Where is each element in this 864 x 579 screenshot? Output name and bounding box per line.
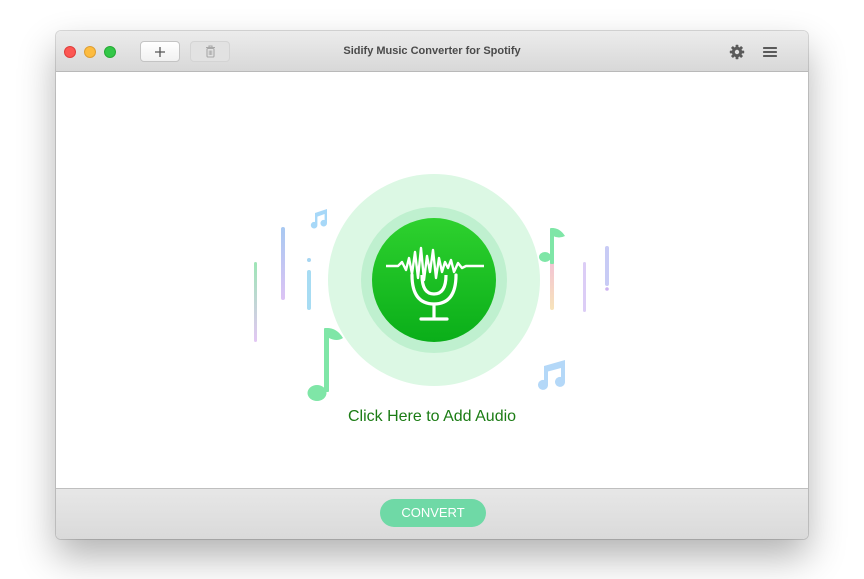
music-note-icon-right	[539, 228, 565, 264]
microphone-soundwave-icon	[372, 218, 496, 342]
add-audio-illustration	[254, 174, 609, 401]
window-title: Sidify Music Converter for Spotify	[343, 45, 521, 57]
add-audio-area[interactable]: Click Here to Add Audio	[56, 72, 808, 489]
footer-bar: CONVERT	[56, 488, 808, 539]
sound-bar	[254, 262, 257, 342]
sound-dot	[605, 287, 609, 291]
gear-icon[interactable]	[729, 44, 745, 60]
sound-dot	[307, 258, 311, 262]
main-content: Click Here to Add Audio	[56, 72, 808, 489]
sound-bar	[583, 262, 586, 312]
sound-bar	[307, 270, 311, 310]
convert-button[interactable]: CONVERT	[380, 499, 486, 527]
add-audio-label[interactable]: Click Here to Add Audio	[56, 408, 808, 426]
app-window: Sidify Music Converter for Spotify Click…	[56, 31, 808, 539]
music-note-icon-large	[307, 328, 343, 401]
sound-bar	[281, 227, 285, 300]
title-bar: Sidify Music Converter for Spotify	[56, 31, 808, 72]
double-note-icon-small	[310, 209, 328, 229]
sound-bar	[605, 246, 609, 286]
double-note-icon-right	[538, 360, 565, 390]
hamburger-menu-icon[interactable]	[762, 44, 778, 60]
